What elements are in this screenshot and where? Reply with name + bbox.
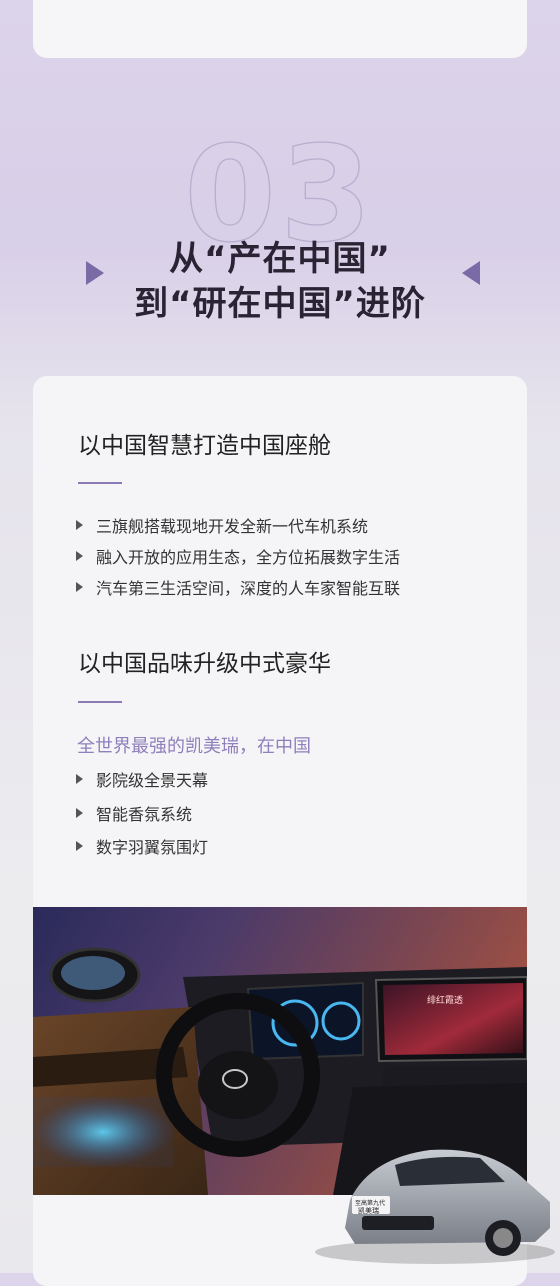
bullet-triangle-icon	[76, 520, 83, 530]
bullet-triangle-icon	[76, 808, 83, 818]
bullet-triangle-icon	[76, 582, 83, 592]
feature-subtitle: 全世界最强的凯美瑞，在中国	[77, 736, 311, 757]
bullet-triangle-icon	[76, 551, 83, 561]
bullet-triangle-icon	[76, 774, 83, 784]
previous-card	[33, 0, 527, 58]
list-item: 智能香氛系统	[76, 801, 192, 825]
feature-title-cockpit: 以中国智慧打造中国座舱	[78, 433, 331, 459]
list-item: 数字羽翼氛围灯	[76, 834, 208, 858]
list-item: 三旗舰搭载现地开发全新一代车机系统	[76, 513, 368, 537]
section-heading-line2: 到“研在中国”进阶	[134, 284, 426, 324]
bullet-triangle-icon	[76, 841, 83, 851]
screen-title: 绯红霞透	[427, 994, 463, 1006]
list-item: 影院级全景天幕	[76, 767, 208, 791]
feature-title-luxury: 以中国品味升级中式豪华	[78, 651, 331, 677]
title-divider	[78, 482, 122, 484]
car-badge-line1: 至高第九代	[355, 1199, 385, 1207]
car-image: 至高第九代 凯美瑞	[315, 1149, 555, 1264]
list-item: 汽车第三生活空间，深度的人车家智能互联	[76, 575, 400, 599]
title-divider	[78, 701, 122, 703]
car-badge-line2: 凯美瑞	[358, 1206, 379, 1215]
section-heading-line1: 从“产在中国”	[169, 239, 391, 279]
list-item: 融入开放的应用生态，全方位拓展数字生活	[76, 544, 400, 568]
